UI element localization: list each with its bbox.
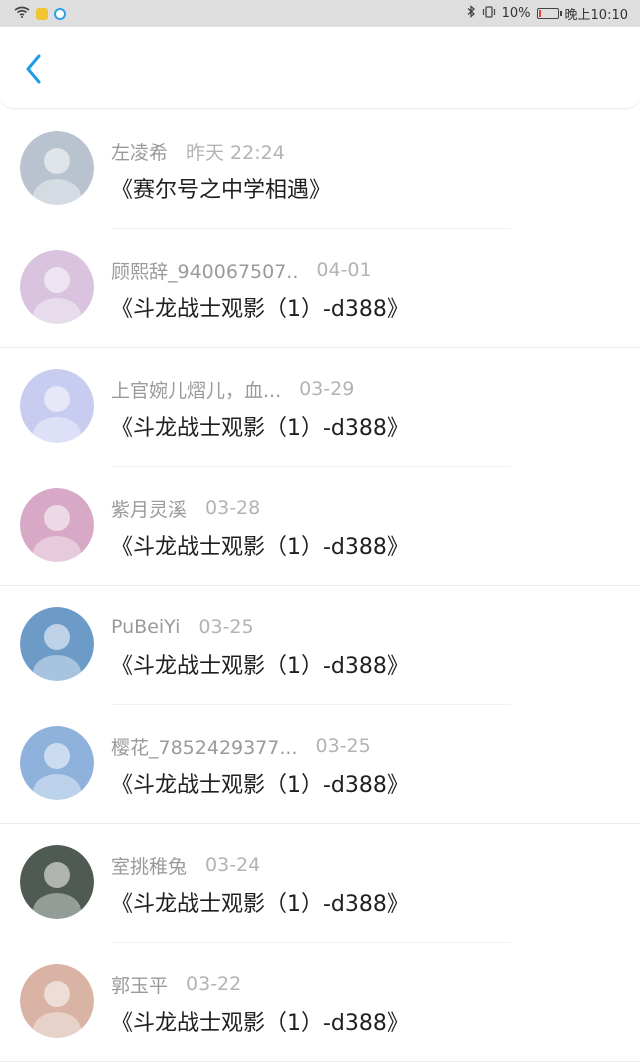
item-meta: PuBeiYi 03-25 xyxy=(111,614,254,640)
message-list: 左凌希 昨天 22:24 《赛尔号之中学相遇》 顾熙辞_940067507.. … xyxy=(0,110,640,1062)
user-name[interactable]: 郭玉平 xyxy=(111,971,168,998)
battery-icon xyxy=(536,8,562,19)
user-name[interactable]: 左凌希 xyxy=(111,138,168,165)
story-title[interactable]: 《斗龙战士观影（1）-d388》 xyxy=(111,767,409,799)
user-name[interactable]: 樱花_7852429377... xyxy=(111,733,298,760)
item-meta: 室挑稚兔 03-24 xyxy=(111,852,260,878)
story-title[interactable]: 《斗龙战士观影（1）-d388》 xyxy=(111,1005,409,1037)
app-icon-2 xyxy=(54,7,66,20)
timestamp: 03-29 xyxy=(299,378,355,400)
bluetooth-icon xyxy=(467,5,476,22)
status-bar: 10% 晚上10:10 xyxy=(0,0,640,27)
avatar[interactable] xyxy=(20,845,94,919)
timestamp: 03-25 xyxy=(198,616,254,638)
avatar[interactable] xyxy=(20,369,94,443)
avatar[interactable] xyxy=(20,250,94,324)
wifi-icon xyxy=(14,6,30,22)
avatar[interactable] xyxy=(20,131,94,205)
story-title[interactable]: 《斗龙战士观影（1）-d388》 xyxy=(111,886,409,918)
item-meta: 郭玉平 03-22 xyxy=(111,971,241,997)
list-item-6[interactable]: 樱花_7852429377... 03-25 《斗龙战士观影（1）-d388》 xyxy=(0,705,640,824)
item-meta: 紫月灵溪 03-28 xyxy=(111,495,260,521)
battery-fill xyxy=(538,10,541,17)
user-name[interactable]: 顾熙辞_940067507.. xyxy=(111,257,298,284)
battery-percent: 10% xyxy=(501,6,531,21)
user-name[interactable]: 上官婉儿熠儿，血... xyxy=(111,376,281,403)
story-title[interactable]: 《斗龙战士观影（1）-d388》 xyxy=(111,529,409,561)
list-item-4[interactable]: 紫月灵溪 03-28 《斗龙战士观影（1）-d388》 xyxy=(0,467,640,586)
list-item-1[interactable]: 左凌希 昨天 22:24 《赛尔号之中学相遇》 xyxy=(0,110,640,229)
app-icon-1 xyxy=(36,7,48,20)
avatar[interactable] xyxy=(20,726,94,800)
clock: 晚上10:10 xyxy=(564,8,628,23)
status-bar-right: 10% 晚上10:10 xyxy=(467,4,628,23)
item-meta: 上官婉儿熠儿，血... 03-29 xyxy=(111,376,354,402)
avatar[interactable] xyxy=(20,964,94,1038)
story-title[interactable]: 《斗龙战士观影（1）-d388》 xyxy=(111,410,409,442)
avatar[interactable] xyxy=(20,488,94,562)
avatar[interactable] xyxy=(20,607,94,681)
top-bar xyxy=(0,27,640,109)
item-meta: 樱花_7852429377... 03-25 xyxy=(111,733,371,759)
back-button[interactable] xyxy=(16,53,52,89)
list-item-8[interactable]: 郭玉平 03-22 《斗龙战士观影（1）-d388》 xyxy=(0,943,640,1062)
list-item-2[interactable]: 顾熙辞_940067507.. 04-01 《斗龙战士观影（1）-d388》 xyxy=(0,229,640,348)
item-meta: 左凌希 昨天 22:24 xyxy=(111,138,285,164)
story-title[interactable]: 《赛尔号之中学相遇》 xyxy=(111,172,331,204)
timestamp: 04-01 xyxy=(316,259,372,281)
story-title[interactable]: 《斗龙战士观影（1）-d388》 xyxy=(111,648,409,680)
item-meta: 顾熙辞_940067507.. 04-01 xyxy=(111,257,372,283)
user-name[interactable]: 室挑稚兔 xyxy=(111,852,187,879)
timestamp: 03-25 xyxy=(315,735,371,757)
timestamp: 昨天 22:24 xyxy=(186,141,285,164)
status-bar-left xyxy=(14,6,66,22)
list-item-5[interactable]: PuBeiYi 03-25 《斗龙战士观影（1）-d388》 xyxy=(0,586,640,705)
timestamp: 03-24 xyxy=(205,854,261,876)
timestamp: 03-28 xyxy=(205,497,261,519)
chevron-left-icon xyxy=(24,53,44,89)
list-item-7[interactable]: 室挑稚兔 03-24 《斗龙战士观影（1）-d388》 xyxy=(0,824,640,943)
list-item-3[interactable]: 上官婉儿熠儿，血... 03-29 《斗龙战士观影（1）-d388》 xyxy=(0,348,640,467)
user-name[interactable]: 紫月灵溪 xyxy=(111,495,187,522)
user-name[interactable]: PuBeiYi xyxy=(111,616,180,638)
story-title[interactable]: 《斗龙战士观影（1）-d388》 xyxy=(111,291,409,323)
timestamp: 03-22 xyxy=(186,973,242,995)
vibrate-icon xyxy=(482,5,496,22)
